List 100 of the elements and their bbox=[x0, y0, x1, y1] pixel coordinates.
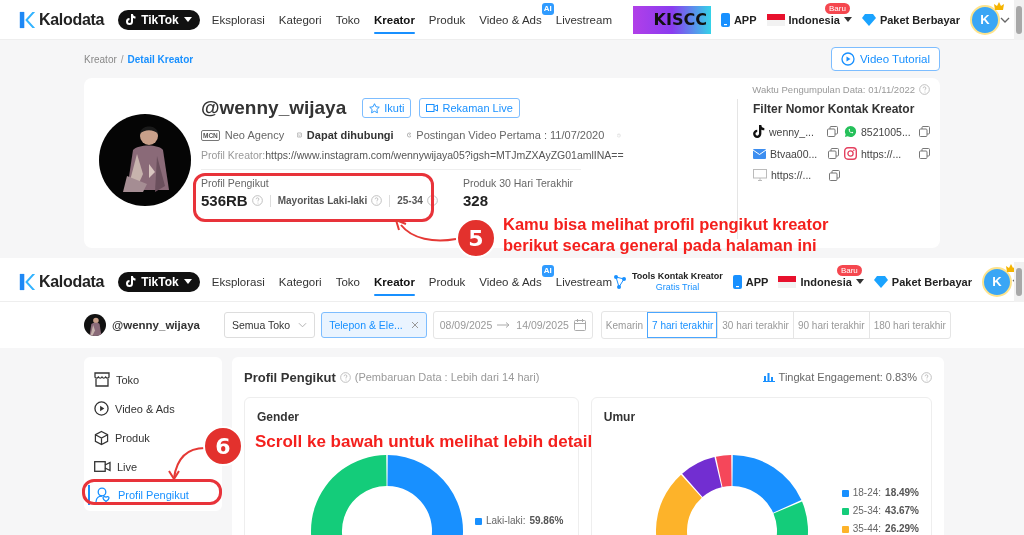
first-post-date: Postingan Video Pertama : 11/07/2020 bbox=[416, 129, 605, 141]
contact-value: Btvaa00... bbox=[770, 147, 819, 160]
annotation-text: Scroll ke bawah untuk melihat lebih detail bbox=[255, 431, 593, 452]
arrow-icon bbox=[497, 322, 512, 328]
envelope-icon bbox=[753, 148, 766, 159]
nav-tab[interactable]: Video & Ads bbox=[479, 0, 542, 40]
plan-link[interactable]: Paket Berbayar bbox=[861, 13, 960, 26]
app-link[interactable]: APP bbox=[720, 12, 757, 27]
play-icon bbox=[94, 401, 109, 416]
nav-tab[interactable]: Toko bbox=[335, 0, 360, 40]
contact-status: Dapat dihubungi bbox=[306, 129, 394, 141]
caret-icon bbox=[843, 16, 852, 23]
age-range: 25-34 bbox=[397, 195, 423, 206]
nav-tab[interactable]: Kreator bbox=[373, 262, 415, 302]
annotation-text: berikut secara general pada halaman ini bbox=[503, 235, 818, 256]
promo-banner[interactable]: KISCC bbox=[632, 5, 711, 34]
copy-icon[interactable] bbox=[827, 126, 838, 137]
logo-text[interactable]: Kalodata bbox=[39, 272, 105, 291]
star-icon bbox=[369, 102, 381, 114]
user-heart-icon bbox=[95, 487, 112, 503]
promo-title[interactable]: Tools Kontak Kreator bbox=[632, 270, 723, 282]
breadcrumb-link[interactable]: Kreator bbox=[84, 53, 117, 65]
monitor-icon bbox=[753, 169, 767, 181]
legend-label: 25-34: bbox=[852, 505, 882, 517]
new-badge: Baru bbox=[825, 2, 850, 14]
engagement-rate: Tingkat Engagement: 0.83% bbox=[778, 371, 917, 383]
network-icon bbox=[612, 273, 628, 290]
nav-tab[interactable]: Kategori bbox=[278, 262, 322, 302]
copy-icon[interactable] bbox=[829, 169, 840, 181]
nav-tab[interactable]: Kreator bbox=[373, 0, 415, 40]
stat-label: Profil Pengikut bbox=[201, 177, 270, 189]
phone-icon bbox=[732, 274, 742, 289]
copy-icon[interactable] bbox=[919, 126, 930, 137]
collection-time: Waktu Pengumpulan Data: 01/11/2022 bbox=[752, 83, 915, 95]
chevron-icon bbox=[298, 322, 308, 328]
ai-badge: AI bbox=[541, 2, 554, 15]
gender-majority: Mayoritas Laki-laki bbox=[277, 195, 368, 206]
nav-tab[interactable]: Toko bbox=[335, 262, 360, 302]
contact-value: https://... bbox=[861, 147, 903, 160]
tiktok-icon bbox=[753, 125, 765, 138]
legend-label: Laki-laki: bbox=[486, 515, 526, 527]
follower-count: 536RB bbox=[201, 192, 248, 209]
copy-icon[interactable] bbox=[919, 148, 930, 159]
chat-bubble-icon bbox=[844, 125, 857, 138]
legend-value: 18.49% bbox=[885, 487, 919, 499]
sidebar-item[interactable]: Live bbox=[94, 452, 138, 481]
calendar-icon bbox=[573, 319, 586, 331]
video-camera-icon bbox=[94, 460, 111, 473]
contact-value: wenny_... bbox=[769, 125, 815, 138]
nav-tab[interactable]: Produk bbox=[428, 0, 466, 40]
platform-selector[interactable]: TikTok bbox=[118, 9, 200, 30]
chart-title: Gender bbox=[257, 410, 299, 424]
plan-link[interactable]: Paket Berbayar bbox=[873, 275, 972, 288]
tiktok-icon bbox=[126, 276, 137, 287]
sidebar-item[interactable]: Video & Ads bbox=[94, 394, 175, 423]
update-note: (Pembaruan Data : Lebih dari 14 hari) bbox=[354, 371, 540, 383]
platform-selector[interactable]: TikTok bbox=[118, 271, 200, 292]
scrollbar-thumb[interactable] bbox=[1016, 268, 1022, 296]
chevron-icon[interactable] bbox=[1000, 16, 1010, 23]
breadcrumb-separator: / bbox=[120, 53, 124, 65]
legend-value: 26.29% bbox=[885, 523, 919, 535]
video-camera-icon bbox=[426, 103, 439, 113]
caret-icon bbox=[183, 278, 192, 285]
shop-select[interactable]: Semua Toko bbox=[224, 312, 316, 338]
nav-tab[interactable]: Eksplorasi bbox=[211, 262, 265, 302]
sidebar-item[interactable]: Produk bbox=[94, 423, 150, 452]
copy-icon[interactable] bbox=[828, 148, 839, 159]
store-icon bbox=[94, 372, 110, 387]
nav-tab[interactable]: Video & Ads bbox=[479, 262, 542, 302]
logo-icon bbox=[18, 272, 36, 291]
profile-link[interactable]: https://www.instagram.com/wennywijaya05?igsh=MTJmZXAyZG01amlINA== bbox=[265, 149, 624, 161]
crown-icon bbox=[994, 1, 1004, 10]
tiktok-icon bbox=[126, 14, 137, 25]
logo-icon bbox=[18, 10, 36, 29]
diamond-icon bbox=[873, 275, 888, 288]
app-link[interactable]: APP bbox=[732, 274, 769, 289]
bar-chart-icon bbox=[762, 372, 775, 382]
camera-icon bbox=[844, 147, 857, 160]
promo-subtitle: Gratis Trial bbox=[655, 281, 700, 293]
nav-tab[interactable]: Produk bbox=[428, 262, 466, 302]
box-icon bbox=[94, 429, 109, 446]
legend-value: 43.67% bbox=[885, 505, 919, 517]
nav-tab[interactable]: Eksplorasi bbox=[211, 0, 265, 40]
curved-arrow bbox=[166, 445, 206, 481]
logo-text[interactable]: Kalodata bbox=[39, 10, 105, 29]
start-date: 08/09/2025 bbox=[439, 319, 493, 331]
close-icon[interactable] bbox=[410, 321, 419, 329]
scrollbar-thumb[interactable] bbox=[1016, 6, 1022, 34]
contact-value: 8521005... bbox=[861, 125, 912, 138]
creator-handle: @wenny_wijaya bbox=[201, 97, 347, 119]
contact-filter-title: Filter Nomor Kontak Kreator bbox=[753, 102, 916, 116]
agency-name: Neo Agency bbox=[224, 129, 285, 141]
language-selector[interactable]: Indonesia bbox=[778, 275, 864, 288]
ai-badge: AI bbox=[541, 264, 554, 277]
flag-icon bbox=[778, 275, 797, 288]
sidebar-item[interactable]: Toko bbox=[94, 365, 140, 394]
chart-title: Umur bbox=[603, 410, 636, 424]
stat-label: Produk 30 Hari Terakhir bbox=[463, 177, 574, 189]
language-selector[interactable]: Indonesia bbox=[766, 13, 852, 26]
nav-tab[interactable]: Kategori bbox=[278, 0, 322, 40]
